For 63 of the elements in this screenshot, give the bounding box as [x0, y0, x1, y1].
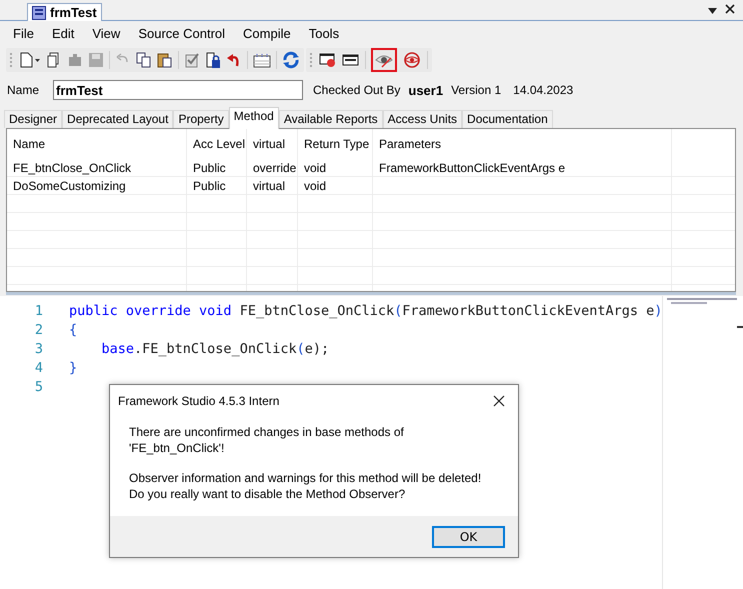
window-icon[interactable]	[342, 52, 360, 68]
tab[interactable]: Designer	[4, 110, 62, 128]
table-cell-text: Public	[192, 178, 227, 195]
eye-refresh-icon[interactable]	[402, 51, 422, 69]
line-number: 5	[34, 378, 44, 394]
close-icon[interactable]	[725, 4, 735, 14]
code-line: base.FE_btnClose_OnClick(e);	[100, 340, 330, 356]
table-cell-text: void	[303, 178, 328, 195]
dialog-title: Framework Studio 4.5.3 Intern	[118, 394, 280, 408]
date-label: 14.04.2023	[513, 83, 574, 97]
name-field[interactable]: frmTest	[53, 80, 304, 100]
line-number: 2	[34, 322, 44, 338]
grid-icon[interactable]	[253, 52, 271, 68]
tab[interactable]: Access Units	[382, 110, 462, 128]
menu-item[interactable]: Compile	[234, 26, 300, 44]
table-cell-text: Public	[192, 160, 227, 177]
lock-document-icon[interactable]	[205, 51, 221, 69]
menu-item[interactable]: Source Control	[129, 26, 234, 44]
menu-item[interactable]: Edit	[42, 26, 84, 44]
table-cell-text: virtual	[252, 178, 286, 195]
code-line: public override void FE_btnClose_OnClick(FrameworkButtonClickEventArgs e)	[69, 302, 662, 318]
column-header[interactable]: Parameters	[373, 131, 672, 159]
line-number: 3	[34, 340, 44, 356]
tab[interactable]: Method	[228, 107, 279, 129]
table-cell-text: void	[303, 160, 328, 177]
tab[interactable]: Available Reports	[278, 110, 383, 128]
column-header[interactable]: Name	[7, 131, 187, 159]
form-icon	[32, 6, 46, 20]
line-number: 1	[34, 302, 44, 318]
name-label: Name	[7, 83, 40, 97]
column-header[interactable]: Return Type	[298, 131, 373, 159]
table-cell-text: FE_btnClose_OnClick	[12, 160, 132, 177]
checklist-icon[interactable]	[184, 52, 200, 68]
menu-item[interactable]: File	[4, 26, 43, 44]
copy-icon[interactable]	[136, 52, 152, 68]
code-line: {	[69, 322, 78, 338]
code-line: }	[69, 360, 78, 376]
column-header[interactable]: Acc Level	[187, 131, 247, 159]
menu-item[interactable]: Tools	[300, 26, 348, 44]
table-cell-text: FrameworkButtonClickEventArgs e	[378, 160, 566, 177]
version-label: Version 1	[451, 83, 502, 97]
checked-out-user: user1	[408, 82, 444, 98]
refresh-icon[interactable]	[282, 51, 300, 69]
dialog-message: There are unconfirmed changes in base methods of 'FE_btn_OnClick'!	[129, 424, 405, 456]
document-tab[interactable]: frmTest	[27, 3, 102, 21]
scrollbar-thumb[interactable]	[736, 326, 743, 328]
table-cell-text: DoSomeCustomizing	[12, 178, 127, 195]
window-close-icon[interactable]	[319, 52, 337, 68]
checked-out-label: Checked Out By	[313, 83, 400, 97]
dropdown-icon[interactable]	[708, 8, 717, 14]
table-cell-text: override	[252, 160, 298, 177]
dialog-message: Observer information and warnings for this method will be deleted! Do you really want to disable the Method Observer?	[129, 470, 482, 502]
tab[interactable]: Documentation	[462, 110, 553, 128]
menu-item[interactable]: View	[83, 26, 130, 44]
line-number: 4	[34, 360, 44, 376]
new-document-icon[interactable]	[19, 52, 41, 68]
paste-icon[interactable]	[157, 52, 173, 68]
tab[interactable]: Property	[173, 110, 229, 128]
column-header[interactable]: virtual	[247, 131, 298, 159]
ok-button[interactable]: OK	[432, 526, 505, 548]
close-icon[interactable]	[493, 394, 505, 407]
eye-crossed-button[interactable]	[371, 48, 397, 72]
tab[interactable]: Deprecated Layout	[62, 110, 174, 128]
